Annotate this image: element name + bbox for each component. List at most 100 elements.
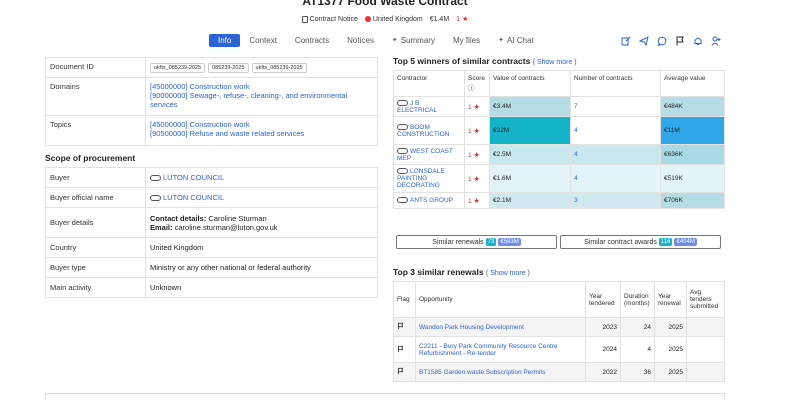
- flag-icon[interactable]: [674, 35, 685, 46]
- document-id-pill[interactable]: 085239-2025: [208, 63, 249, 73]
- country-value: United Kingdom: [145, 237, 378, 258]
- avg-tenders-cell: [686, 317, 725, 337]
- average-cell: €484K: [660, 96, 725, 117]
- link-chain-icon: [397, 123, 408, 130]
- value-cell: €1.6M: [489, 164, 571, 193]
- contact-name: Caroline Sturman: [208, 213, 267, 223]
- col-flag[interactable]: Flag: [393, 281, 416, 318]
- col-avg-tenders[interactable]: Avg tenders submitted: [686, 281, 725, 318]
- flag-icon[interactable]: [397, 367, 404, 375]
- winner-row: ANTS GROUP 1 ★ €2.1M 3 €706K: [393, 192, 725, 209]
- opportunity-link[interactable]: BT1585 Garden waste Subscription Permits: [419, 369, 545, 376]
- col-opportunity[interactable]: Opportunity: [415, 281, 586, 318]
- topic-link[interactable]: [90500000] Refuse and waste related serv…: [150, 129, 373, 138]
- col-score[interactable]: Score ⓘ: [464, 70, 490, 97]
- sparkle-icon: ✦: [498, 37, 504, 44]
- col-year-tendered[interactable]: Year tendered: [585, 281, 621, 318]
- col-score-label: Score: [468, 75, 485, 82]
- opportunity-link[interactable]: C2211 - Bury Park Community Resource Cen…: [419, 343, 558, 357]
- similar-renewals-count: 73: [485, 238, 497, 246]
- domain-link[interactable]: [90000000] Sewage-, refuse-, cleaning-, …: [150, 91, 373, 109]
- winner-row: LONSDALE PAINTING DECORATING 1 ★ €1.6M 4 €51…: [393, 164, 725, 193]
- col-value[interactable]: Value of contracts: [489, 70, 571, 97]
- score-cell: 1 ★: [464, 192, 490, 209]
- value-cell: €3.4M: [489, 96, 571, 117]
- topics-label: Topics: [45, 115, 146, 146]
- count-cell: 4: [570, 144, 661, 165]
- flag-icon[interactable]: [397, 345, 404, 353]
- buyer-official-label: Buyer official name: [45, 187, 146, 208]
- buyer-official-link[interactable]: LUTON COUNCIL: [163, 193, 224, 202]
- main-activity-value: Unknown: [145, 277, 378, 298]
- contractor-link[interactable]: ANTS GROUP: [410, 197, 453, 204]
- doc-type-chip: Contract Notice: [301, 15, 358, 23]
- winners-heading-text: Top 5 winners of similar contracts: [393, 56, 531, 66]
- tab-notices[interactable]: Notices: [338, 34, 383, 47]
- buyer-type-label: Buyer type: [45, 257, 146, 278]
- email-label: Email:: [150, 222, 173, 232]
- renewals-header-row: Flag Opportunity Year tendered Duration …: [393, 281, 725, 318]
- flag-icon[interactable]: [397, 322, 404, 330]
- col-average[interactable]: Average value: [660, 70, 725, 97]
- count-link[interactable]: 3: [574, 197, 578, 204]
- tab-ai-chat[interactable]: ✦ AI Chat: [489, 34, 543, 47]
- col-year-renewal[interactable]: Year renewal: [654, 281, 687, 318]
- count-link[interactable]: 7: [574, 103, 578, 110]
- link-chain-icon: [397, 197, 408, 204]
- similar-renewals-button[interactable]: Similar renewals 73 €583M: [396, 235, 557, 249]
- star-icon: ★: [462, 16, 469, 23]
- document-id-pill[interactable]: ukfts_085239-2025: [150, 63, 206, 73]
- tab-contracts[interactable]: Contracts: [286, 34, 338, 47]
- renewals-show-more-link[interactable]: Show more: [490, 270, 525, 277]
- score-cell: 1 ★: [464, 96, 490, 117]
- col-contractor[interactable]: Contractor: [393, 70, 465, 97]
- bell-icon[interactable]: [692, 35, 703, 46]
- count-cell: 7: [570, 96, 661, 117]
- row-buyer-details: Buyer details Contact details: Caroline …: [45, 207, 378, 238]
- value-cell: €32M: [489, 116, 571, 145]
- star-icon: ★: [473, 103, 480, 111]
- winners-table: Contractor Score ⓘ Value of contracts Num…: [393, 70, 725, 209]
- tab-context[interactable]: Context: [240, 34, 286, 47]
- similar-awards-button[interactable]: Similar contract awards 116 €404M: [560, 235, 721, 249]
- star-icon: ★: [473, 175, 480, 183]
- score-cell: 1 ★: [464, 144, 490, 165]
- count-link[interactable]: 4: [574, 151, 578, 158]
- opportunity-link[interactable]: Wandon Park Housing Development: [419, 324, 524, 331]
- tab-info[interactable]: Info: [209, 34, 241, 47]
- share-icon[interactable]: [638, 35, 649, 46]
- tab-summary[interactable]: ✦ Summary: [383, 34, 444, 47]
- link-chain-icon: [150, 175, 161, 182]
- star-icon: ★: [473, 127, 480, 135]
- buyer-details-label: Buyer details: [45, 207, 146, 238]
- duration-cell: 24: [620, 317, 655, 337]
- domains-label: Domains: [45, 77, 146, 116]
- buyer-link[interactable]: LUTON COUNCIL: [163, 173, 224, 182]
- flag-cell: [393, 336, 416, 363]
- buyer-official-value: LUTON COUNCIL: [145, 187, 378, 208]
- col-count[interactable]: Number of contracts: [570, 70, 661, 97]
- edit-icon[interactable]: [620, 35, 631, 46]
- col-duration[interactable]: Duration (months): [620, 281, 655, 318]
- contact-label: Contact details:: [150, 213, 207, 223]
- flag-cell: [393, 317, 416, 337]
- count-link[interactable]: 4: [574, 175, 578, 182]
- contact-email[interactable]: caroline.sturman@luton.gov.uk: [175, 223, 278, 232]
- similar-awards-value: €404M: [674, 238, 697, 246]
- rating-chip: 1 ★: [456, 15, 469, 24]
- duration-cell: 4: [620, 336, 655, 363]
- duration-cell: 36: [620, 362, 655, 382]
- comment-icon[interactable]: [656, 35, 667, 46]
- add-user-icon[interactable]: [710, 35, 721, 46]
- buyer-details-value: Contact details: Caroline Sturman Email:…: [145, 207, 378, 238]
- value: €1.4M: [429, 15, 450, 23]
- domain-link[interactable]: [45000000] Construction work: [150, 82, 373, 91]
- document-id-pill[interactable]: ukfts_085239-2025: [251, 63, 307, 73]
- tab-my-files[interactable]: My files: [444, 34, 489, 47]
- topic-link[interactable]: [45000000] Construction work: [150, 120, 373, 129]
- score-value: 1: [468, 151, 472, 159]
- similar-renewals-label: Similar renewals: [432, 238, 484, 246]
- winners-show-more-link[interactable]: Show more: [537, 59, 572, 66]
- country-flag-icon: [364, 16, 371, 22]
- count-link[interactable]: 4: [574, 127, 578, 134]
